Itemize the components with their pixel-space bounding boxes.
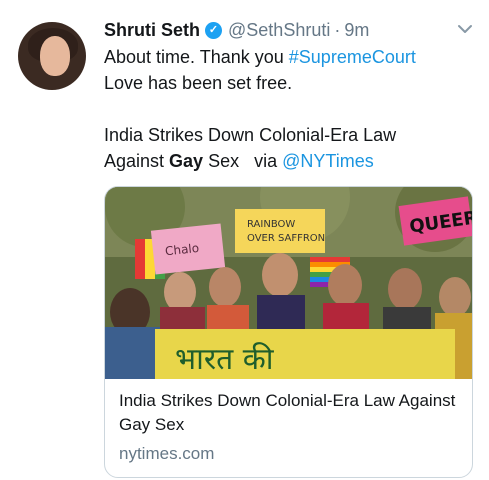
tweet-line-1: About time. Thank you #SupremeCourt [104,44,474,70]
avatar[interactable] [18,22,86,90]
tweet-text-fragment: Sex via [203,151,283,171]
user-handle[interactable]: @SethShruti [228,20,330,41]
tweet-line-2: Love has been set free. [104,73,293,93]
tweet-bold-word: Gay [169,151,204,171]
svg-text:RAINBOW: RAINBOW [247,219,295,230]
timestamp[interactable]: 9m [344,20,369,41]
card-domain: nytimes.com [119,444,215,463]
tweet-text-fragment: Against [104,151,170,171]
separator-dot: · [334,19,341,40]
mention-link[interactable]: @NYTimes [282,151,374,171]
card-image[interactable]: Chalo RAINBOW OVER SAFFRON QUEER भारत की [105,187,472,379]
verified-badge-icon: ✓ [205,21,223,39]
tweet-line-3: India Strikes Down Colonial-Era Law [104,125,397,145]
tweet-line-4: Against Gay Sex via @NYTimes [104,148,474,174]
card-body[interactable]: India Strikes Down Colonial-Era Law Agai… [105,379,472,467]
display-name[interactable]: Shruti Seth [104,20,200,41]
protest-photo: Chalo RAINBOW OVER SAFFRON QUEER भारत की [105,187,472,379]
banner: भारत की [155,329,455,379]
tweet-header: Shruti Seth ✓ @SethShruti · 9m [104,18,369,42]
chevron-down-icon[interactable] [456,20,474,38]
avatar-face [40,36,70,76]
link-preview-card[interactable]: Chalo RAINBOW OVER SAFFRON QUEER भारत की… [104,186,473,478]
protest-sign-left: Chalo [150,223,226,275]
tweet-text: About time. Thank you #SupremeCourt Love… [104,44,474,174]
tweet-text-fragment: About time. Thank you [104,47,289,67]
hashtag-link[interactable]: #SupremeCourt [289,47,416,67]
svg-text:भारत की: भारत की [175,342,275,377]
card-title[interactable]: India Strikes Down Colonial-Era Law Agai… [119,389,458,437]
protest-sign-middle: RAINBOW OVER SAFFRON [235,209,325,253]
svg-text:OVER SAFFRON: OVER SAFFRON [247,233,325,244]
